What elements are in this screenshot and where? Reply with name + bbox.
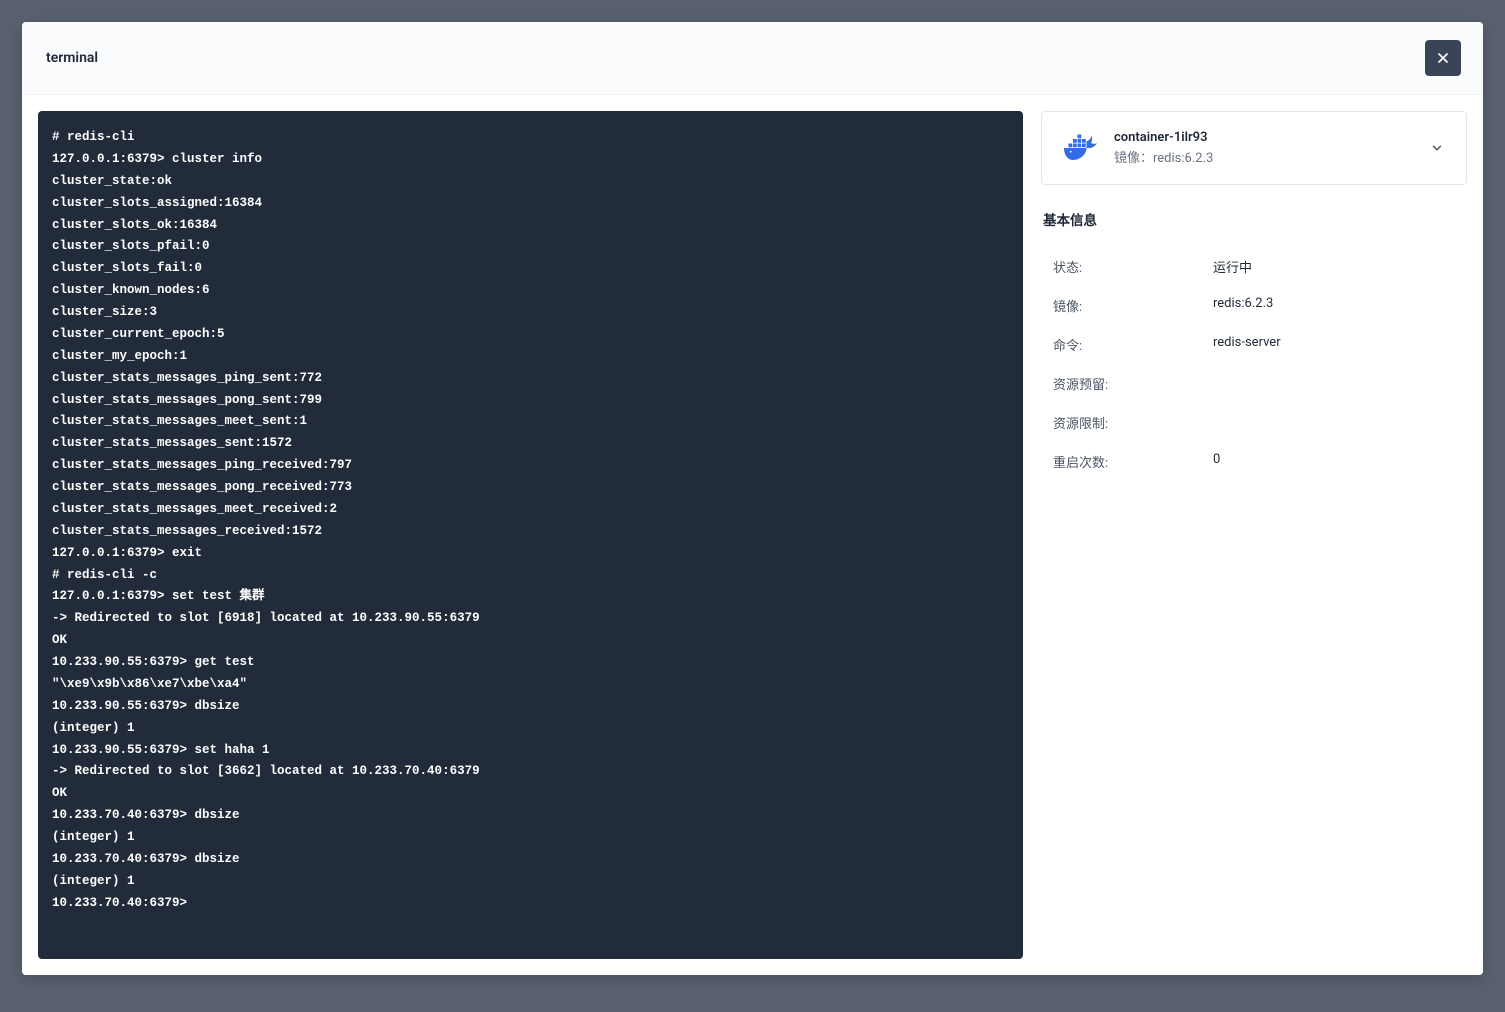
container-card[interactable]: container-1ilr93 镜像：redis:6.2.3	[1041, 111, 1467, 185]
info-value: redis-server	[1213, 335, 1281, 354]
info-label: 资源预留:	[1053, 374, 1213, 393]
modal-body: # redis-cli 127.0.0.1:6379> cluster info…	[22, 95, 1483, 975]
close-button[interactable]	[1425, 40, 1461, 76]
terminal-panel[interactable]: # redis-cli 127.0.0.1:6379> cluster info…	[38, 111, 1023, 959]
info-row-resource-limit: 资源限制:	[1053, 403, 1467, 442]
info-label: 资源限制:	[1053, 413, 1213, 432]
docker-whale-icon	[1064, 134, 1100, 162]
terminal-modal: terminal # redis-cli 127.0.0.1:6379> clu…	[22, 22, 1483, 975]
info-label: 重启次数:	[1053, 452, 1213, 471]
terminal-output: # redis-cli 127.0.0.1:6379> cluster info…	[52, 127, 1009, 915]
info-row-status: 状态: 运行中	[1053, 247, 1467, 286]
modal-title: terminal	[46, 50, 98, 66]
info-row-resource-request: 资源预留:	[1053, 364, 1467, 403]
side-panel: container-1ilr93 镜像：redis:6.2.3 基本信息 状态:…	[1041, 111, 1467, 959]
basic-info-title: 基本信息	[1041, 209, 1467, 229]
modal-header: terminal	[22, 22, 1483, 95]
container-image-label: 镜像：redis:6.2.3	[1114, 147, 1416, 166]
close-icon	[1435, 50, 1451, 66]
info-row-command: 命令: redis-server	[1053, 325, 1467, 364]
info-row-image: 镜像: redis:6.2.3	[1053, 286, 1467, 325]
container-info: container-1ilr93 镜像：redis:6.2.3	[1114, 130, 1416, 166]
chevron-down-icon	[1430, 141, 1444, 155]
info-label: 镜像:	[1053, 296, 1213, 315]
info-value: 0	[1213, 452, 1220, 471]
container-name: container-1ilr93	[1114, 130, 1416, 145]
info-row-restart-count: 重启次数: 0	[1053, 442, 1467, 481]
info-value: redis:6.2.3	[1213, 296, 1273, 315]
info-value: 运行中	[1213, 257, 1252, 276]
basic-info-list: 状态: 运行中 镜像: redis:6.2.3 命令: redis-server…	[1041, 247, 1467, 481]
info-label: 命令:	[1053, 335, 1213, 354]
info-label: 状态:	[1053, 257, 1213, 276]
